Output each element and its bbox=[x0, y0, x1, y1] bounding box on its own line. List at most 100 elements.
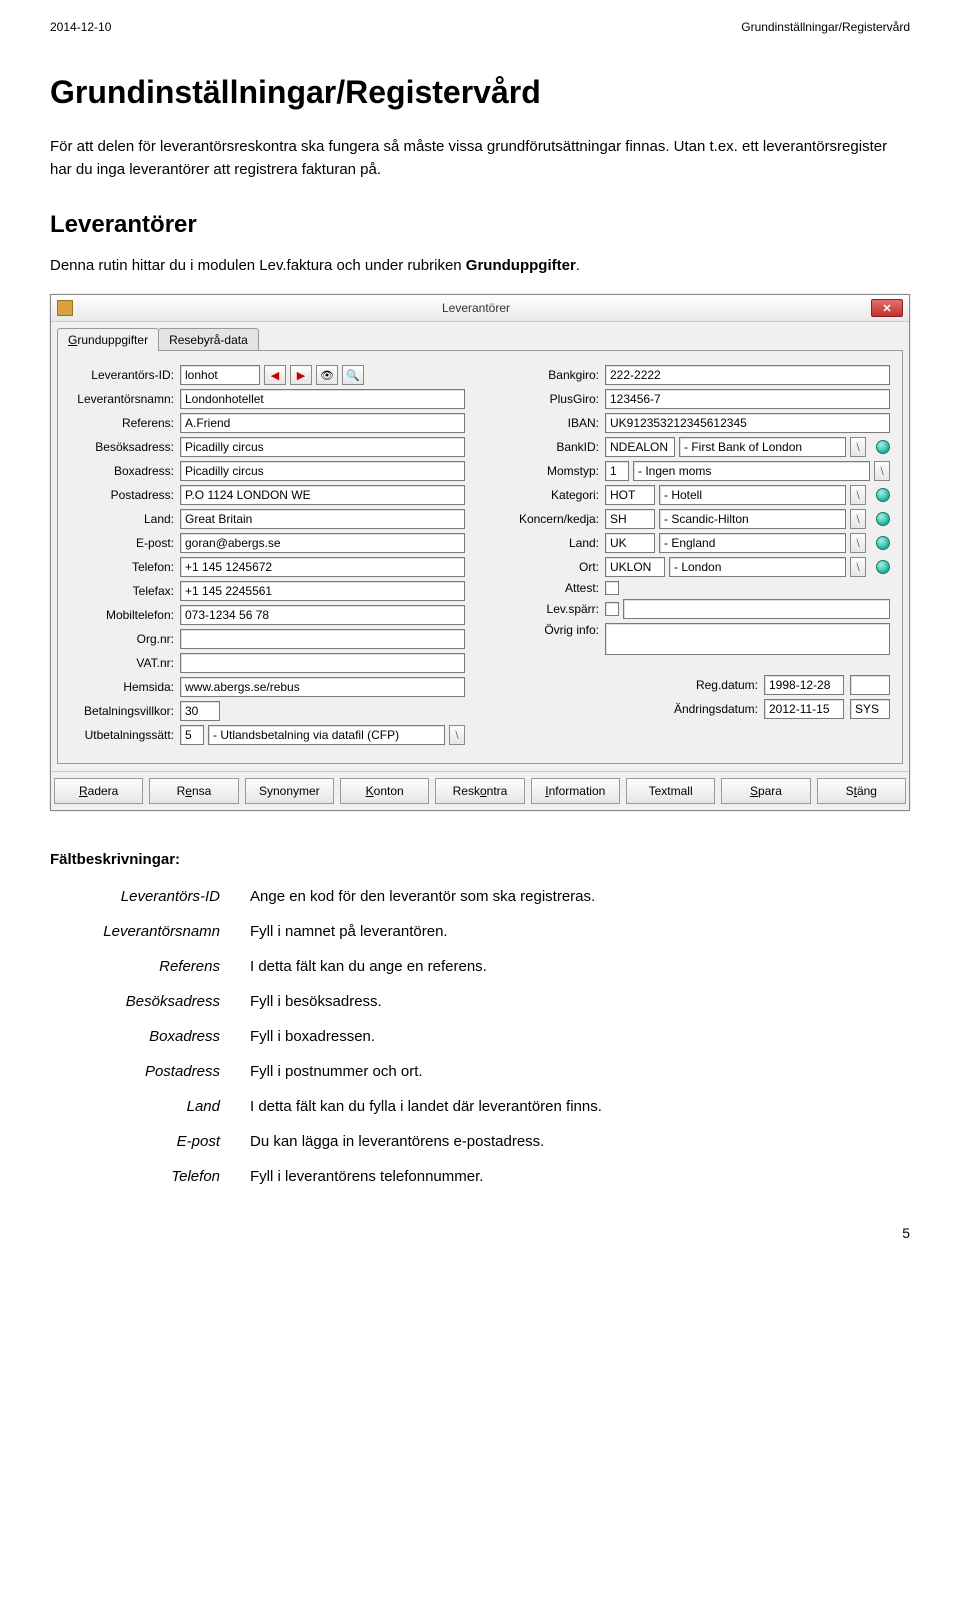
input-iban[interactable] bbox=[605, 413, 890, 433]
lbl-kat: Kategori: bbox=[495, 488, 605, 502]
input-land-code[interactable] bbox=[605, 533, 655, 553]
fdesc-term: Leverantörs-ID bbox=[50, 888, 250, 905]
fdesc-term: Besöksadress bbox=[50, 993, 250, 1010]
action-dot-konc[interactable] bbox=[876, 512, 890, 526]
checkbox-attest[interactable] bbox=[605, 581, 619, 595]
input-bankid-code[interactable] bbox=[605, 437, 675, 457]
btn-information[interactable]: Information bbox=[531, 778, 620, 804]
input-bg[interactable] bbox=[605, 365, 890, 385]
input-konc-code[interactable] bbox=[605, 509, 655, 529]
input-lev-id[interactable] bbox=[180, 365, 260, 385]
input-regdatum-sig[interactable] bbox=[850, 675, 890, 695]
input-referens[interactable] bbox=[180, 413, 465, 433]
btn-radera[interactable]: Radera bbox=[54, 778, 143, 804]
dropdown-ort[interactable]: ⧹ bbox=[850, 557, 866, 577]
fdesc-def: Fyll i leverantörens telefonnummer. bbox=[250, 1168, 910, 1185]
close-button[interactable]: ✕ bbox=[871, 299, 903, 317]
btn-synonymer[interactable]: Synonymer bbox=[245, 778, 334, 804]
titlebar: Leverantörer ✕ bbox=[51, 295, 909, 322]
lbl-bankid: BankID: bbox=[495, 440, 605, 454]
zoom-button[interactable]: 🔍 bbox=[342, 365, 364, 385]
input-moms-code[interactable] bbox=[605, 461, 629, 481]
dropdown-utb[interactable]: ⧹ bbox=[449, 725, 465, 745]
button-bar: Radera Rensa Synonymer Konton Reskontra … bbox=[51, 771, 909, 810]
fdesc-def: Ange en kod för den leverantör som ska r… bbox=[250, 888, 910, 905]
input-box[interactable] bbox=[180, 461, 465, 481]
input-epost[interactable] bbox=[180, 533, 465, 553]
dropdown-kat[interactable]: ⧹ bbox=[850, 485, 866, 505]
input-sparr[interactable] bbox=[623, 599, 890, 619]
btn-rensa[interactable]: Rensa bbox=[149, 778, 238, 804]
btn-stang[interactable]: Stäng bbox=[817, 778, 906, 804]
binoculars-icon: 👁 bbox=[320, 369, 334, 382]
lbl-post: Postadress: bbox=[70, 488, 180, 502]
input-vat[interactable] bbox=[180, 653, 465, 673]
input-mob[interactable] bbox=[180, 605, 465, 625]
input-andring-sig[interactable] bbox=[850, 699, 890, 719]
lbl-vat: VAT.nr: bbox=[70, 656, 180, 670]
action-dot-land[interactable] bbox=[876, 536, 890, 550]
app-icon bbox=[57, 300, 73, 316]
checkbox-sparr[interactable] bbox=[605, 602, 619, 616]
lbl-levnamn: Leverantörsnamn: bbox=[70, 392, 180, 406]
input-levnamn[interactable] bbox=[180, 389, 465, 409]
lbl-ovrig: Övrig info: bbox=[495, 623, 605, 637]
lbl-moms: Momstyp: bbox=[495, 464, 605, 478]
lbl-sparr: Lev.spärr: bbox=[495, 602, 605, 616]
input-betv[interactable] bbox=[180, 701, 220, 721]
fdesc-list: Leverantörs-IDAnge en kod för den levera… bbox=[50, 888, 910, 1185]
lbl-besok: Besöksadress: bbox=[70, 440, 180, 454]
input-moms-rest[interactable] bbox=[633, 461, 870, 481]
tab-resebyra-data[interactable]: Resebyrå-data bbox=[158, 328, 259, 351]
next-button[interactable]: ▶ bbox=[290, 365, 312, 385]
input-land-rest[interactable] bbox=[659, 533, 846, 553]
input-kat-code[interactable] bbox=[605, 485, 655, 505]
dropdown-moms[interactable]: ⧹ bbox=[874, 461, 890, 481]
input-fax[interactable] bbox=[180, 581, 465, 601]
input-bankid-rest[interactable] bbox=[679, 437, 846, 457]
btn-konton[interactable]: Konton bbox=[340, 778, 429, 804]
btn-reskontra[interactable]: Reskontra bbox=[435, 778, 524, 804]
magnify-icon: 🔍 bbox=[346, 369, 360, 382]
input-hemsida[interactable] bbox=[180, 677, 465, 697]
lbl-org: Org.nr: bbox=[70, 632, 180, 646]
lbl-epost: E-post: bbox=[70, 536, 180, 550]
input-regdatum[interactable] bbox=[764, 675, 844, 695]
lbl-tel: Telefon: bbox=[70, 560, 180, 574]
input-utb-code[interactable] bbox=[180, 725, 204, 745]
input-ort-rest[interactable] bbox=[669, 557, 846, 577]
dropdown-land[interactable]: ⧹ bbox=[850, 533, 866, 553]
action-dot-kat[interactable] bbox=[876, 488, 890, 502]
input-land-left[interactable] bbox=[180, 509, 465, 529]
textarea-ovrig[interactable] bbox=[605, 623, 890, 655]
input-tel[interactable] bbox=[180, 557, 465, 577]
input-konc-rest[interactable] bbox=[659, 509, 846, 529]
input-org[interactable] bbox=[180, 629, 465, 649]
input-kat-rest[interactable] bbox=[659, 485, 846, 505]
input-andring[interactable] bbox=[764, 699, 844, 719]
intro-text: För att delen för leverantörsreskontra s… bbox=[50, 136, 910, 181]
header-doc-title: Grundinställningar/Registervård bbox=[741, 20, 910, 34]
fdesc-term: Referens bbox=[50, 958, 250, 975]
input-ort-code[interactable] bbox=[605, 557, 665, 577]
dropdown-konc[interactable]: ⧹ bbox=[850, 509, 866, 529]
input-utb-rest[interactable] bbox=[208, 725, 445, 745]
btn-textmall[interactable]: Textmall bbox=[626, 778, 715, 804]
window-title: Leverantörer bbox=[81, 301, 871, 315]
input-besok[interactable] bbox=[180, 437, 465, 457]
search-button[interactable]: 👁 bbox=[316, 365, 338, 385]
input-post[interactable] bbox=[180, 485, 465, 505]
fdesc-term: Leverantörsnamn bbox=[50, 923, 250, 940]
lbl-referens: Referens: bbox=[70, 416, 180, 430]
lbl-ort: Ort: bbox=[495, 560, 605, 574]
action-dot-ort[interactable] bbox=[876, 560, 890, 574]
prev-button[interactable]: ◀ bbox=[264, 365, 286, 385]
action-dot-bankid[interactable] bbox=[876, 440, 890, 454]
close-icon: ✕ bbox=[882, 302, 891, 315]
fdesc-title: Fältbeskrivningar: bbox=[50, 851, 910, 868]
input-pg[interactable] bbox=[605, 389, 890, 409]
page-number: 5 bbox=[50, 1225, 910, 1241]
tab-grunduppgifter[interactable]: Grunduppgifter bbox=[57, 328, 159, 351]
btn-spara[interactable]: Spara bbox=[721, 778, 810, 804]
dropdown-bankid[interactable]: ⧹ bbox=[850, 437, 866, 457]
